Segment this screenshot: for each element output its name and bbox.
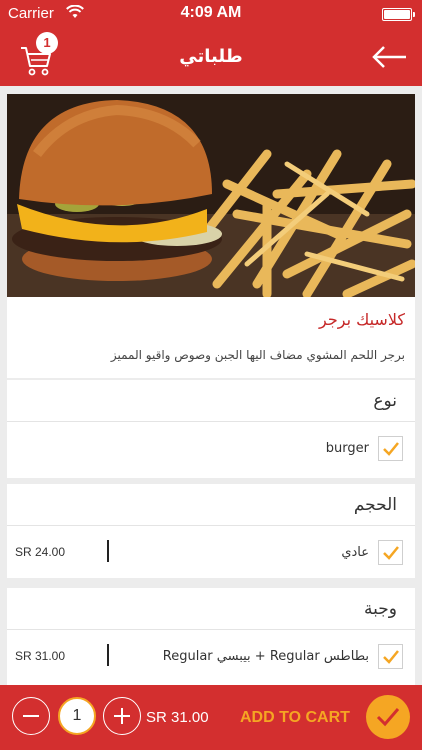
back-button[interactable]: [370, 38, 410, 76]
check-icon: [383, 442, 399, 456]
check-icon: [383, 546, 399, 560]
section-header: نوع: [7, 380, 415, 422]
nav-bar: 1 طلباتي: [0, 28, 422, 86]
product-image: [7, 94, 415, 297]
add-to-cart-button[interactable]: ADD TO CART: [240, 709, 350, 727]
section-header: وجبة: [7, 588, 415, 630]
section-size: الحجم SR 24.00 عادي: [7, 484, 415, 578]
section-header: الحجم: [7, 484, 415, 526]
product-name: كلاسيك برجر: [319, 310, 405, 329]
check-icon: [383, 650, 399, 664]
section-meal: وجبة SR 31.00 بطاطس Regular + بيبسي Regu…: [7, 588, 415, 685]
option-price: SR 31.00: [15, 649, 66, 663]
total-price: SR 31.00: [146, 709, 209, 726]
option-label: عادي: [341, 545, 369, 560]
option-row-meal[interactable]: SR 31.00 بطاطس Regular + بيبسي Regular: [7, 630, 415, 685]
page-title: طلباتي: [179, 46, 243, 67]
order-content: كلاسيك برجر برجر اللحم المشوي مضاف اليها…: [0, 86, 422, 685]
bottom-bar: 1 SR 31.00 ADD TO CART: [0, 685, 422, 750]
product-description: برجر اللحم المشوي مضاف اليها الجبن وصوص …: [110, 348, 405, 362]
back-arrow-icon: [372, 46, 406, 68]
option-price: SR 24.00: [15, 545, 66, 559]
quantity-value: 1: [58, 697, 96, 735]
price-divider: [107, 644, 109, 666]
option-label: burger: [325, 441, 369, 456]
section-title-meal: وجبة: [364, 599, 397, 619]
minus-icon: [23, 715, 39, 717]
battery-icon: [382, 8, 415, 21]
section-title-type: نوع: [373, 391, 397, 411]
increase-quantity-button[interactable]: [103, 697, 141, 735]
option-checkbox[interactable]: [378, 644, 403, 669]
section-type: نوع burger: [7, 380, 415, 478]
option-checkbox[interactable]: [378, 436, 403, 461]
option-row-regular-size[interactable]: SR 24.00 عادي: [7, 526, 415, 582]
price-divider: [107, 540, 109, 562]
status-time: 4:09 AM: [180, 4, 242, 21]
option-checkbox[interactable]: [378, 540, 403, 565]
plus-icon: [114, 708, 130, 724]
decrease-quantity-button[interactable]: [12, 697, 50, 735]
section-title-size: الحجم: [353, 495, 397, 515]
product-card: كلاسيك برجر برجر اللحم المشوي مضاف اليها…: [7, 94, 415, 378]
confirm-add-button[interactable]: [366, 695, 410, 739]
check-icon: [376, 708, 400, 727]
option-row-burger[interactable]: burger: [7, 422, 415, 478]
status-bar: Carrier 4:09 AM: [0, 0, 422, 28]
option-label: بطاطس Regular + بيبسي Regular: [162, 649, 369, 664]
